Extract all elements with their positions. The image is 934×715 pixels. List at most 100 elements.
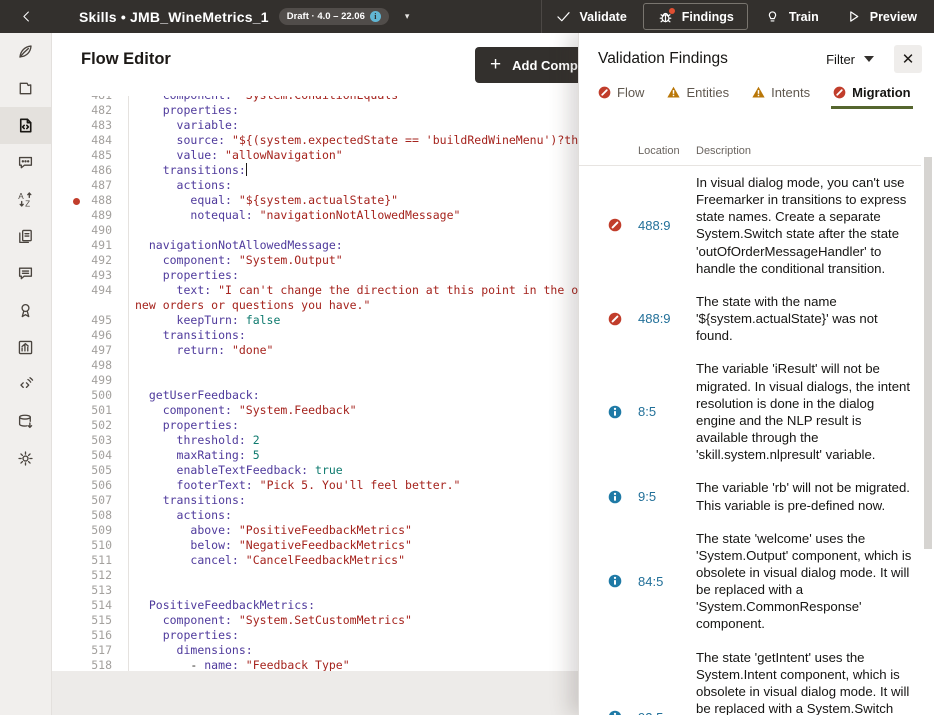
sidebar-item-flows[interactable]	[0, 107, 51, 144]
code-line-506[interactable]: 506 footerText: "Pick 5. You'll feel bet…	[52, 478, 578, 493]
code-line-499[interactable]: 499	[52, 373, 578, 388]
code-line-503[interactable]: 503 threshold: 2	[52, 433, 578, 448]
close-button[interactable]: ✕	[894, 45, 922, 73]
line-number: 512	[52, 568, 128, 583]
code-line-489[interactable]: 489 notequal: "navigationNotAllowedMessa…	[52, 208, 578, 223]
code-token: variable:	[177, 118, 239, 132]
filter-dropdown[interactable]: Filter	[826, 52, 874, 67]
code-line-488[interactable]: 488 equal: "${system.actualState}"	[52, 193, 578, 208]
tab-entities[interactable]: Entities	[667, 85, 729, 109]
code-line-517[interactable]: 517 dimensions:	[52, 643, 578, 658]
sidebar-item-conversation[interactable]	[0, 255, 51, 292]
panel-scrollbar-thumb[interactable]	[924, 157, 932, 549]
code-line-482[interactable]: 482 properties:	[52, 103, 578, 118]
code-line-510[interactable]: 510 below: "NegativeFeedbackMetrics"	[52, 538, 578, 553]
code-line-485[interactable]: 485 value: "allowNavigation"	[52, 148, 578, 163]
finding-row[interactable]: 92:5The state 'getIntent' uses the Syste…	[579, 641, 934, 715]
line-number: 514	[52, 598, 128, 613]
topbar: Skills • JMB_WineMetrics_1 Draft · 4.0 –…	[0, 0, 934, 33]
finding-location-link[interactable]: 92:5	[638, 710, 690, 715]
chevron-down-icon[interactable]: ▾	[405, 11, 410, 22]
back-button[interactable]	[0, 0, 52, 33]
gear-icon	[16, 449, 35, 468]
finding-row[interactable]: 488:9In visual dialog mode, you can't us…	[579, 166, 934, 285]
code-line-492[interactable]: 492 component: "System.Output"	[52, 253, 578, 268]
editor-horizontal-scrollbar[interactable]	[52, 671, 578, 715]
finding-location-link[interactable]: 8:5	[638, 404, 690, 419]
code-line-490[interactable]: 490	[52, 223, 578, 238]
sidebar-item-insights[interactable]	[0, 329, 51, 366]
train-button[interactable]: Train	[751, 0, 832, 33]
code-line-508[interactable]: 508 actions:	[52, 508, 578, 523]
code-line-484[interactable]: 484 source: "${(system.expectedState == …	[52, 133, 578, 148]
code-line-504[interactable]: 504 maxRating: 5	[52, 448, 578, 463]
finding-location-link[interactable]: 84:5	[638, 574, 690, 589]
validate-button[interactable]: Validate	[542, 0, 640, 33]
code-token: equal:	[190, 193, 232, 207]
code-text: getUserFeedback:	[128, 388, 578, 403]
code-line-501[interactable]: 501 component: "System.Feedback"	[52, 403, 578, 418]
finding-row[interactable]: 84:5The state 'welcome' uses the 'System…	[579, 522, 934, 641]
code-token: "${system.actualState}"	[232, 193, 398, 207]
code-line-509[interactable]: 509 above: "PositiveFeedbackMetrics"	[52, 523, 578, 538]
tab-intents[interactable]: Intents	[752, 85, 810, 109]
code-line-514[interactable]: 514 PositiveFeedbackMetrics:	[52, 598, 578, 613]
code-line-500[interactable]: 500 getUserFeedback:	[52, 388, 578, 403]
preview-button[interactable]: Preview	[832, 0, 930, 33]
code-line-483[interactable]: 483 variable:	[52, 118, 578, 133]
code-token: "CancelFeedbackMetrics"	[239, 553, 405, 567]
finding-location-link[interactable]: 488:9	[638, 311, 690, 326]
code-line-494[interactable]: 494 text: "I can't change the direction …	[52, 283, 578, 298]
line-number: 487	[52, 178, 128, 193]
code-line-491[interactable]: 491 navigationNotAllowedMessage:	[52, 238, 578, 253]
tab-label: Migration	[852, 85, 911, 100]
code-line-498[interactable]: 498	[52, 358, 578, 373]
code-text: PositiveFeedbackMetrics:	[128, 598, 578, 613]
code-text: properties:	[128, 103, 578, 118]
code-line-486[interactable]: 486 transitions:	[52, 163, 578, 178]
findings-button[interactable]: Findings	[643, 3, 748, 30]
code-token: name:	[204, 658, 239, 672]
code-text: footerText: "Pick 5. You'll feel better.…	[128, 478, 578, 493]
sidebar-item-data[interactable]	[0, 403, 51, 440]
code-line-481[interactable]: 481 component: "System.ConditionEquals"	[52, 96, 578, 103]
code-line-515[interactable]: 515 component: "System.SetCustomMetrics"	[52, 613, 578, 628]
finding-location-link[interactable]: 488:9	[638, 218, 690, 233]
code-line-511[interactable]: 511 cancel: "CancelFeedbackMetrics"	[52, 553, 578, 568]
code-line-495[interactable]: 495 keepTurn: false	[52, 313, 578, 328]
tab-flow[interactable]: Flow	[598, 85, 644, 109]
code-line-497[interactable]: 497 return: "done"	[52, 343, 578, 358]
code-line-513[interactable]: 513	[52, 583, 578, 598]
code-line-487[interactable]: 487 actions:	[52, 178, 578, 193]
code-line-505[interactable]: 505 enableTextFeedback: true	[52, 463, 578, 478]
sidebar-item-translate[interactable]: AZ	[0, 181, 51, 218]
code-line-512[interactable]: 512	[52, 568, 578, 583]
code-line-496[interactable]: 496 transitions:	[52, 328, 578, 343]
code-token: 5	[246, 448, 260, 462]
code-line-493[interactable]: 493 properties:	[52, 268, 578, 283]
info-icon[interactable]: i	[370, 11, 381, 22]
sidebar-item-settings[interactable]	[0, 440, 51, 477]
sidebar-item-qna[interactable]	[0, 144, 51, 181]
code-token: transitions:	[163, 328, 246, 342]
sidebar-item-skill[interactable]	[0, 70, 51, 107]
code-text: transitions:	[128, 163, 578, 178]
sidebar-item-channels[interactable]	[0, 366, 51, 403]
code-line-wrap[interactable]: new orders or questions you have."	[52, 298, 578, 313]
finding-row[interactable]: 8:5The variable 'iResult' will not be mi…	[579, 352, 934, 471]
code-line-502[interactable]: 502 properties:	[52, 418, 578, 433]
finding-location-link[interactable]: 9:5	[638, 489, 690, 504]
sidebar-item-resources[interactable]	[0, 218, 51, 255]
flow-code-editor[interactable]: 481 component: "System.ConditionEquals"4…	[52, 96, 578, 715]
sidebar-item-recommendations[interactable]	[0, 292, 51, 329]
code-token: component:	[163, 253, 232, 267]
line-number: 500	[52, 388, 128, 403]
code-line-507[interactable]: 507 transitions:	[52, 493, 578, 508]
tab-migration[interactable]: Migration	[833, 85, 911, 109]
finding-row[interactable]: 488:9The state with the name '${system.a…	[579, 285, 934, 352]
error-icon	[833, 86, 846, 99]
code-line-516[interactable]: 516 properties:	[52, 628, 578, 643]
finding-row[interactable]: 9:5The variable 'rb' will not be migrate…	[579, 471, 934, 521]
code-text: return: "done"	[128, 343, 578, 358]
sidebar-item-author[interactable]	[0, 33, 51, 70]
